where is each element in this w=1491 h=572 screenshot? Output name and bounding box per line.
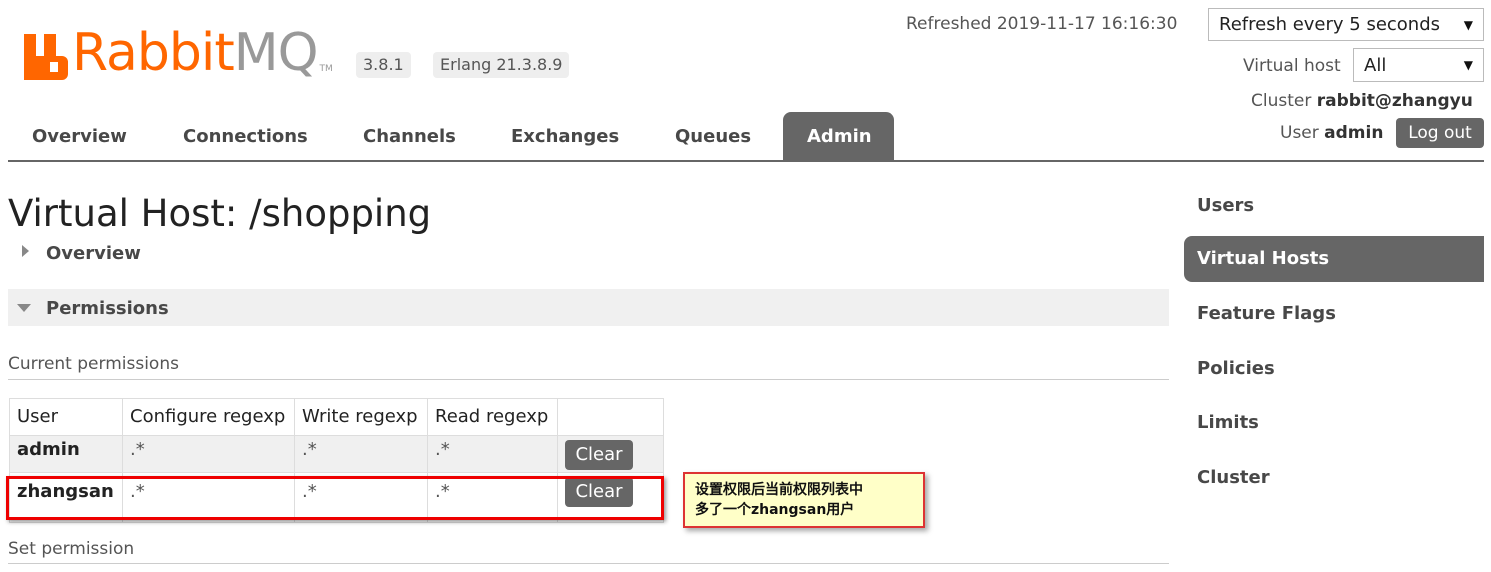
permission-write: .* <box>294 435 428 473</box>
divider <box>8 563 1169 564</box>
divider <box>8 379 1169 380</box>
permissions-section-toggle[interactable] <box>17 304 31 312</box>
column-header-user: User <box>9 398 123 436</box>
permission-action-cell: Clear <box>557 435 664 473</box>
sidebar-item-limits[interactable]: Limits <box>1184 400 1484 446</box>
annotation-callout: 设置权限后当前权限列表中 多了一个zhangsan用户 <box>683 472 925 528</box>
dropdown-arrow-icon: ▼ <box>1463 58 1473 72</box>
logo-trademark: TM <box>319 64 333 74</box>
set-permission-heading: Set permission <box>8 539 135 559</box>
tab-connections[interactable]: Connections <box>159 112 332 160</box>
refreshed-timestamp: Refreshed 2019-11-17 16:16:30 <box>906 14 1178 34</box>
clear-permission-button[interactable]: Clear <box>565 440 633 470</box>
sidebar-item-virtual-hosts[interactable]: Virtual Hosts <box>1184 236 1484 282</box>
sidebar-item-policies[interactable]: Policies <box>1184 346 1484 392</box>
permissions-section-heading[interactable]: Permissions <box>46 298 169 319</box>
annotation-highlight-box <box>6 476 664 520</box>
overview-section-toggle[interactable] <box>22 245 29 257</box>
sidebar-item-users[interactable]: Users <box>1184 183 1484 229</box>
cluster-label: Cluster <box>1251 91 1312 111</box>
cluster-name: rabbit@zhangyu <box>1316 91 1473 111</box>
refresh-interval-select[interactable]: Refresh every 5 seconds ▼ <box>1208 8 1484 41</box>
annotation-line: 设置权限后当前权限列表中 <box>695 482 863 498</box>
erlang-version-badge: Erlang 21.3.8.9 <box>433 52 570 78</box>
tab-overview[interactable]: Overview <box>8 112 151 160</box>
column-header-write: Write regexp <box>294 398 428 436</box>
tab-admin[interactable]: Admin <box>783 112 894 160</box>
rabbit-logo-icon <box>24 30 68 80</box>
page-title: Virtual Host: /shopping <box>8 192 432 235</box>
permission-read: .* <box>427 435 558 473</box>
tab-exchanges[interactable]: Exchanges <box>487 112 643 160</box>
sidebar-item-feature-flags[interactable]: Feature Flags <box>1184 291 1484 337</box>
column-header-action <box>557 398 664 436</box>
annotation-line: 多了一个zhangsan用户 <box>695 502 855 518</box>
permission-user: admin <box>9 435 123 473</box>
overview-section-heading[interactable]: Overview <box>46 243 141 264</box>
column-header-configure: Configure regexp <box>122 398 295 436</box>
triangle-down-icon <box>17 304 31 312</box>
virtual-host-value: All <box>1364 54 1387 76</box>
dropdown-arrow-icon: ▼ <box>1463 17 1473 32</box>
table-header-row: User Configure regexp Write regexp Read … <box>9 398 664 436</box>
triangle-right-icon <box>22 245 29 257</box>
version-badge: 3.8.1 <box>356 52 411 78</box>
tab-queues[interactable]: Queues <box>651 112 775 160</box>
rabbitmq-logo[interactable]: RabbitMQ TM <box>24 22 333 80</box>
refresh-interval-value: Refresh every 5 seconds <box>1219 14 1441 35</box>
cluster-info: Cluster rabbit@zhangyu <box>1251 91 1473 111</box>
virtual-host-select[interactable]: All ▼ <box>1353 48 1484 82</box>
logo-wordmark: RabbitMQ <box>72 23 319 83</box>
column-header-read: Read regexp <box>427 398 558 436</box>
permissions-section-bar[interactable] <box>8 289 1169 326</box>
permission-configure: .* <box>122 435 295 473</box>
tab-channels[interactable]: Channels <box>339 112 480 160</box>
sidebar-item-cluster[interactable]: Cluster <box>1184 455 1484 501</box>
current-permissions-heading: Current permissions <box>8 354 179 374</box>
virtual-host-label: Virtual host <box>1243 56 1341 76</box>
table-row: admin .* .* .* Clear <box>9 435 664 473</box>
